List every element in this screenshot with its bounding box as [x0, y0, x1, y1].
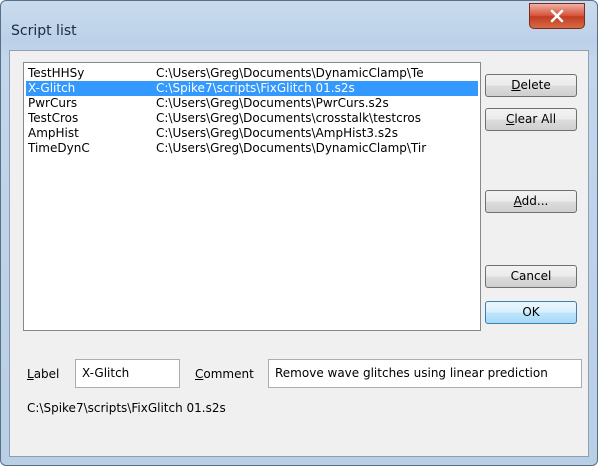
script-path: C:\Spike7\scripts\FixGlitch 01.s2s [156, 81, 355, 95]
list-item[interactable]: X-Glitch C:\Spike7\scripts\FixGlitch 01.s… [26, 81, 478, 96]
script-path: C:\Users\Greg\Documents\DynamicClamp\Te [156, 66, 424, 80]
dialog-body: TestHHSy C:\Users\Greg\Documents\DynamicC… [9, 50, 589, 457]
delete-button[interactable]: Delete [485, 74, 577, 97]
script-label: TestCros [28, 111, 79, 125]
script-label: PwrCurs [28, 96, 78, 110]
label-input[interactable]: X-Glitch [75, 359, 180, 388]
clear-all-button[interactable]: Clear All [485, 108, 577, 131]
comment-input[interactable]: Remove wave glitches using linear predic… [268, 359, 582, 388]
close-button[interactable] [529, 3, 585, 29]
label-caption: Label [27, 367, 60, 381]
script-path: C:\Users\Greg\Documents\PwrCurs.s2s [156, 96, 389, 110]
script-path: C:\Users\Greg\Documents\crosstalk\testcr… [156, 111, 421, 125]
list-item[interactable]: AmpHist C:\Users\Greg\Documents\AmpHist3.… [26, 126, 478, 141]
ok-button[interactable]: OK [485, 301, 577, 324]
selected-script-path: C:\Spike7\scripts\FixGlitch 01.s2s [27, 401, 226, 415]
window-title: Script list [11, 23, 77, 39]
script-list-dialog: Script list TestHHSy C:\Users\Greg\Docume… [0, 0, 598, 466]
close-icon [550, 9, 564, 23]
script-label: TimeDynC [28, 141, 90, 155]
script-listbox[interactable]: TestHHSy C:\Users\Greg\Documents\DynamicC… [23, 62, 481, 331]
script-label: AmpHist [28, 126, 79, 140]
list-item[interactable]: TimeDynC C:\Users\Greg\Documents\DynamicC… [26, 141, 478, 156]
add-button[interactable]: Add... [485, 190, 577, 213]
script-path: C:\Users\Greg\Documents\DynamicClamp\Tir [156, 141, 427, 155]
cancel-button[interactable]: Cancel [485, 265, 577, 288]
script-path: C:\Users\Greg\Documents\AmpHist3.s2s [156, 126, 399, 140]
list-item[interactable]: TestHHSy C:\Users\Greg\Documents\DynamicC… [26, 66, 478, 81]
comment-caption: Comment [195, 367, 254, 381]
list-item[interactable]: TestCros C:\Users\Greg\Documents\crosstal… [26, 111, 478, 126]
script-label: X-Glitch [28, 81, 76, 95]
list-item[interactable]: PwrCurs C:\Users\Greg\Documents\PwrCurs.s… [26, 96, 478, 111]
script-label: TestHHSy [28, 66, 85, 80]
